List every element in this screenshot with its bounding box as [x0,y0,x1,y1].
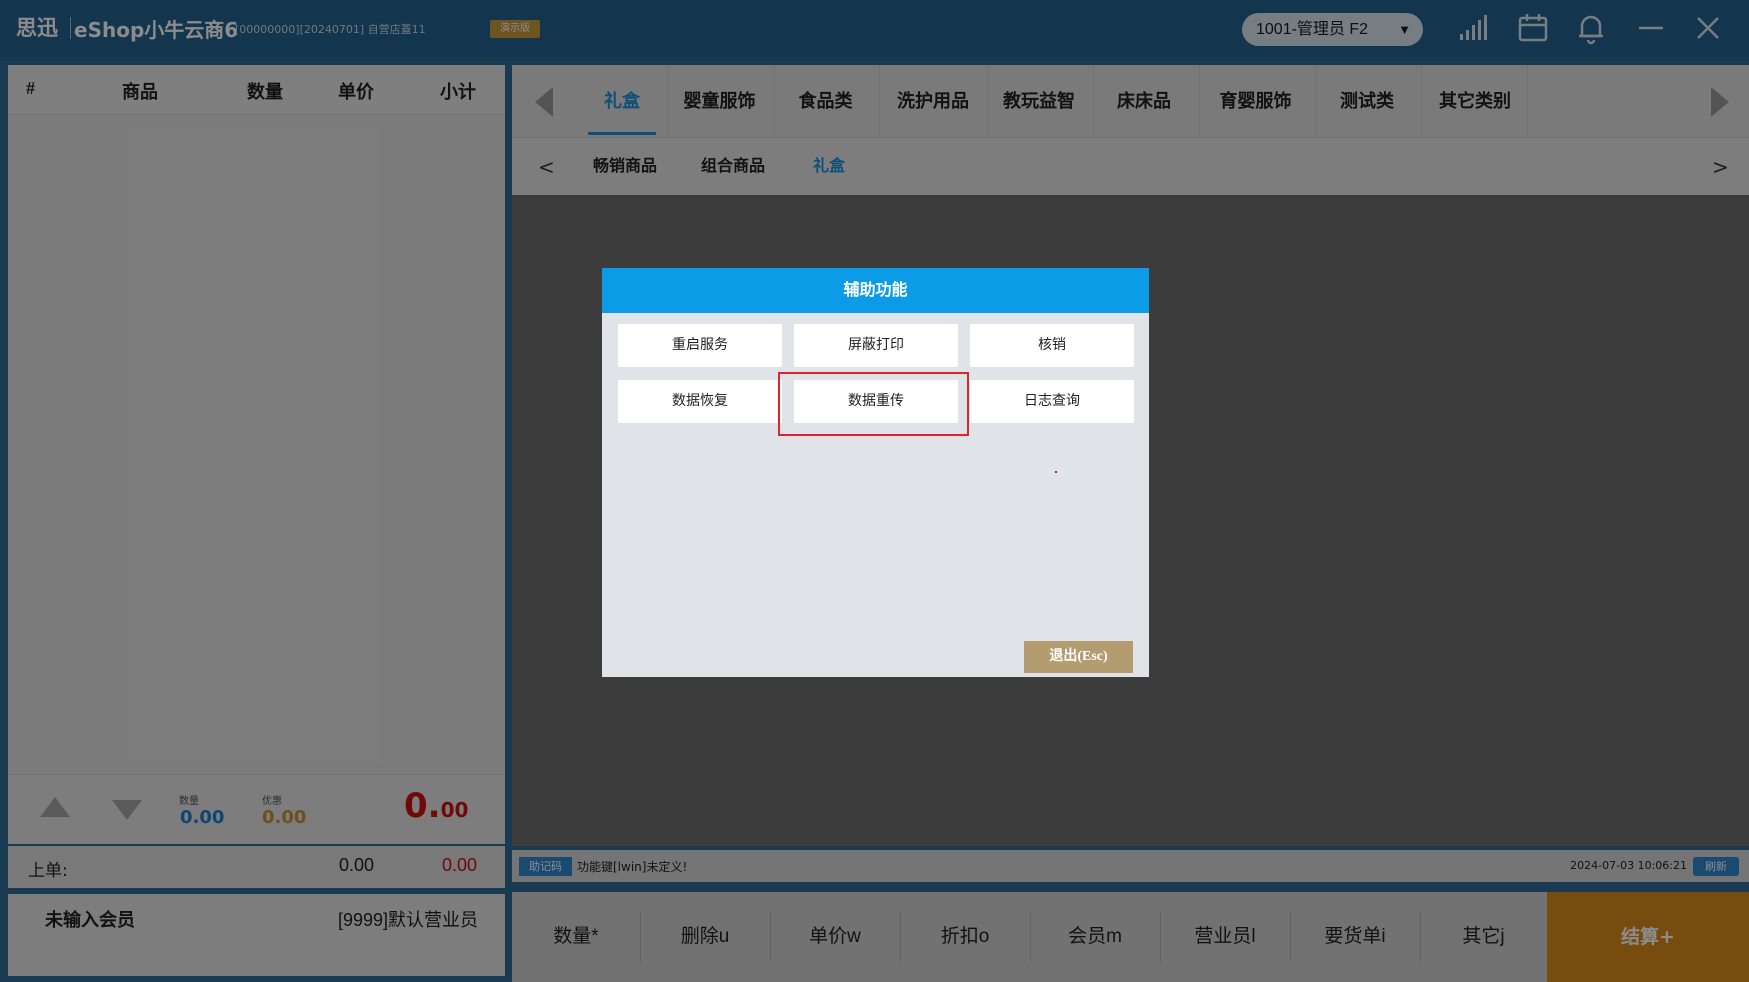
exit-button[interactable]: 退出(Esc) [1024,641,1133,673]
write-off-button[interactable]: 核销 [970,324,1134,367]
data-restore-button[interactable]: 数据恢复 [618,380,782,423]
auxiliary-functions-dialog: 辅助功能 重启服务 屏蔽打印 核销 数据恢复 数据重传 日志查询 退出(Esc) [602,268,1149,677]
restart-service-button[interactable]: 重启服务 [618,324,782,367]
block-printing-button[interactable]: 屏蔽打印 [794,324,958,367]
highlight-box [778,372,969,436]
dialog-title: 辅助功能 [602,268,1149,313]
log-query-button[interactable]: 日志查询 [970,380,1134,423]
red-dot-marker [1055,471,1057,473]
